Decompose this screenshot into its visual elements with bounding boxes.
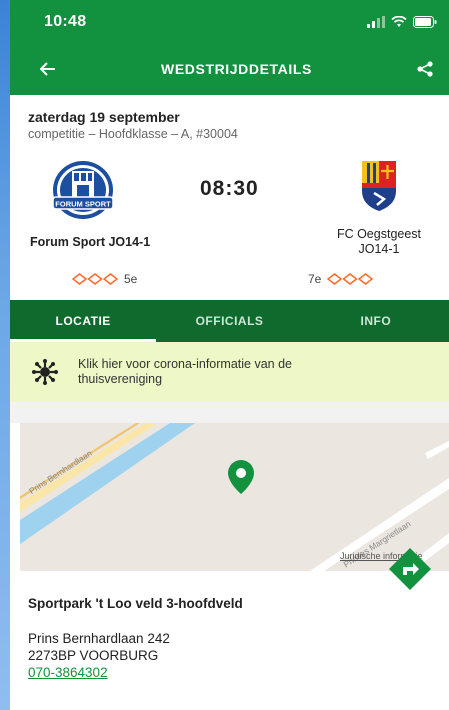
- wifi-icon: [391, 15, 407, 27]
- address-city: 2273BP VOORBURG: [28, 648, 159, 663]
- corona-text-line1: Klik hier voor corona-informatie van de: [78, 357, 292, 371]
- match-date: zaterdag 19 september: [28, 109, 180, 125]
- away-rank: 7e: [308, 272, 322, 286]
- status-bar: 10:48: [10, 0, 449, 43]
- corona-info-text: Klik hier voor corona-informatie van de …: [78, 357, 292, 387]
- map-canvas: [20, 423, 449, 571]
- tab-info[interactable]: INFO: [303, 300, 449, 342]
- address-street: Prins Bernhardlaan 242: [28, 631, 170, 646]
- directions-button[interactable]: [388, 547, 432, 591]
- location-map[interactable]: Prins Bernhardlaan Prinses Margrietlaan …: [20, 423, 449, 571]
- ranking-diamonds-icon: [72, 273, 118, 285]
- tab-locatie[interactable]: LOCATIE: [10, 300, 157, 342]
- home-team-name[interactable]: Forum Sport JO14-1: [30, 235, 150, 249]
- away-ranking: 7e: [308, 272, 374, 286]
- away-team-name[interactable]: FC Oegstgeest JO14-1: [319, 227, 439, 257]
- corona-info-banner[interactable]: Klik hier voor corona-informatie van de …: [10, 342, 449, 402]
- home-team-logo[interactable]: FORUM SPORT: [48, 159, 118, 221]
- venue-address: Prins Bernhardlaan 242 2273BP VOORBURG 0…: [28, 630, 170, 681]
- battery-icon: [413, 15, 437, 28]
- home-rank: 5e: [124, 272, 138, 286]
- map-pin-icon[interactable]: [227, 459, 255, 495]
- kickoff-time: 08:30: [200, 177, 259, 200]
- home-ranking: 5e: [72, 272, 137, 286]
- home-logo-text: FORUM SPORT: [55, 200, 111, 209]
- share-button[interactable]: [413, 57, 437, 81]
- match-card: zaterdag 19 september competitie – Hoofd…: [10, 95, 449, 300]
- status-time: 10:48: [44, 12, 87, 30]
- system-icons: [367, 15, 437, 28]
- away-team-logo[interactable]: [360, 159, 398, 213]
- away-team-name-line2: JO14-1: [358, 242, 400, 256]
- match-competition: competitie – Hoofdklasse – A, #30004: [28, 127, 238, 141]
- signal-icon: [367, 15, 385, 28]
- page-title: WEDSTRIJDDETAILS: [161, 61, 312, 77]
- app-header: WEDSTRIJDDETAILS: [10, 43, 449, 95]
- app-screen: 10:48 WEDSTRIJDDETAILS zaterdag 19 septe…: [10, 0, 449, 710]
- away-team-name-line1: FC Oegstgeest: [336, 227, 422, 241]
- tab-officials[interactable]: OFFICIALS: [156, 300, 302, 342]
- share-icon: [417, 61, 433, 77]
- back-button[interactable]: [36, 57, 60, 81]
- ranking-diamonds-icon: [327, 273, 374, 285]
- arrow-left-icon: [40, 62, 55, 76]
- virus-icon: [32, 359, 58, 385]
- venue-name: Sportpark 't Loo veld 3-hoofdveld: [28, 596, 243, 611]
- phone-link[interactable]: 070-3864302: [28, 665, 108, 680]
- location-card: Prins Bernhardlaan Prinses Margrietlaan …: [10, 423, 449, 710]
- tab-bar: LOCATIE OFFICIALS INFO: [10, 300, 449, 342]
- corona-text-line2: thuisvereniging: [78, 372, 163, 386]
